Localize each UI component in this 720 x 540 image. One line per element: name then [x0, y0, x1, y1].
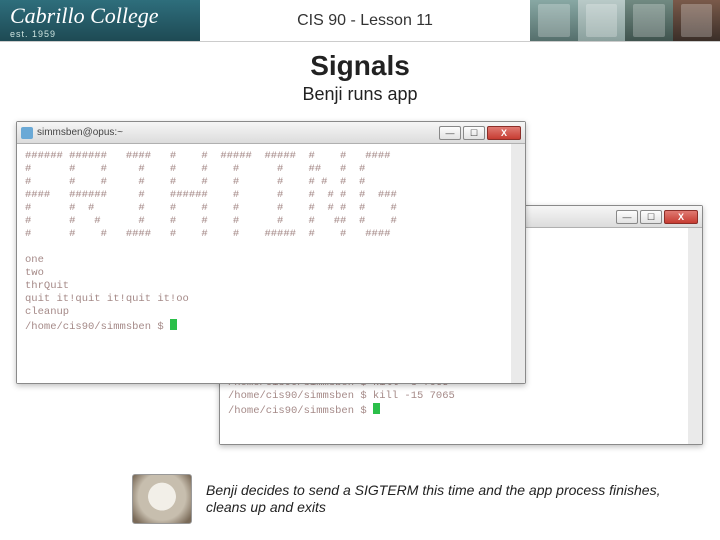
header-photo-strip: [530, 0, 720, 41]
minimize-button[interactable]: —: [439, 126, 461, 140]
header-banner: Cabrillo College est. 1959 CIS 90 - Less…: [0, 0, 720, 42]
terminal-front-text: ###### ###### #### # # ##### ##### # # #…: [25, 150, 397, 333]
close-button[interactable]: X: [664, 210, 698, 224]
slide-title: Signals: [0, 50, 720, 82]
cursor-icon: [373, 403, 380, 414]
benji-photo: [132, 474, 192, 524]
maximize-button[interactable]: ☐: [640, 210, 662, 224]
cursor-icon: [170, 319, 177, 330]
terminal-window-front: simmsben@opus:~ — ☐ X ###### ###### ####…: [16, 121, 526, 384]
logo-text: Cabrillo College: [10, 3, 200, 29]
terminal-body-front[interactable]: ###### ###### #### # # ##### ##### # # #…: [17, 144, 525, 383]
maximize-button[interactable]: ☐: [463, 126, 485, 140]
slide-subtitle: Benji runs app: [0, 84, 720, 105]
close-button[interactable]: X: [487, 126, 521, 140]
titlebar-front[interactable]: simmsben@opus:~ — ☐ X: [17, 122, 525, 144]
caption-row: Benji decides to send a SIGTERM this tim…: [0, 474, 720, 524]
logo-est: est. 1959: [10, 29, 200, 39]
putty-icon: [21, 127, 33, 139]
college-logo: Cabrillo College est. 1959: [0, 0, 200, 41]
minimize-button[interactable]: —: [616, 210, 638, 224]
workspace: simmsben@opus:~ — ☐ X /home/cis90/simmsb…: [0, 113, 720, 473]
window-title-front: simmsben@opus:~: [37, 127, 123, 138]
caption-text: Benji decides to send a SIGTERM this tim…: [206, 482, 690, 517]
course-title: CIS 90 - Lesson 11: [200, 0, 530, 41]
